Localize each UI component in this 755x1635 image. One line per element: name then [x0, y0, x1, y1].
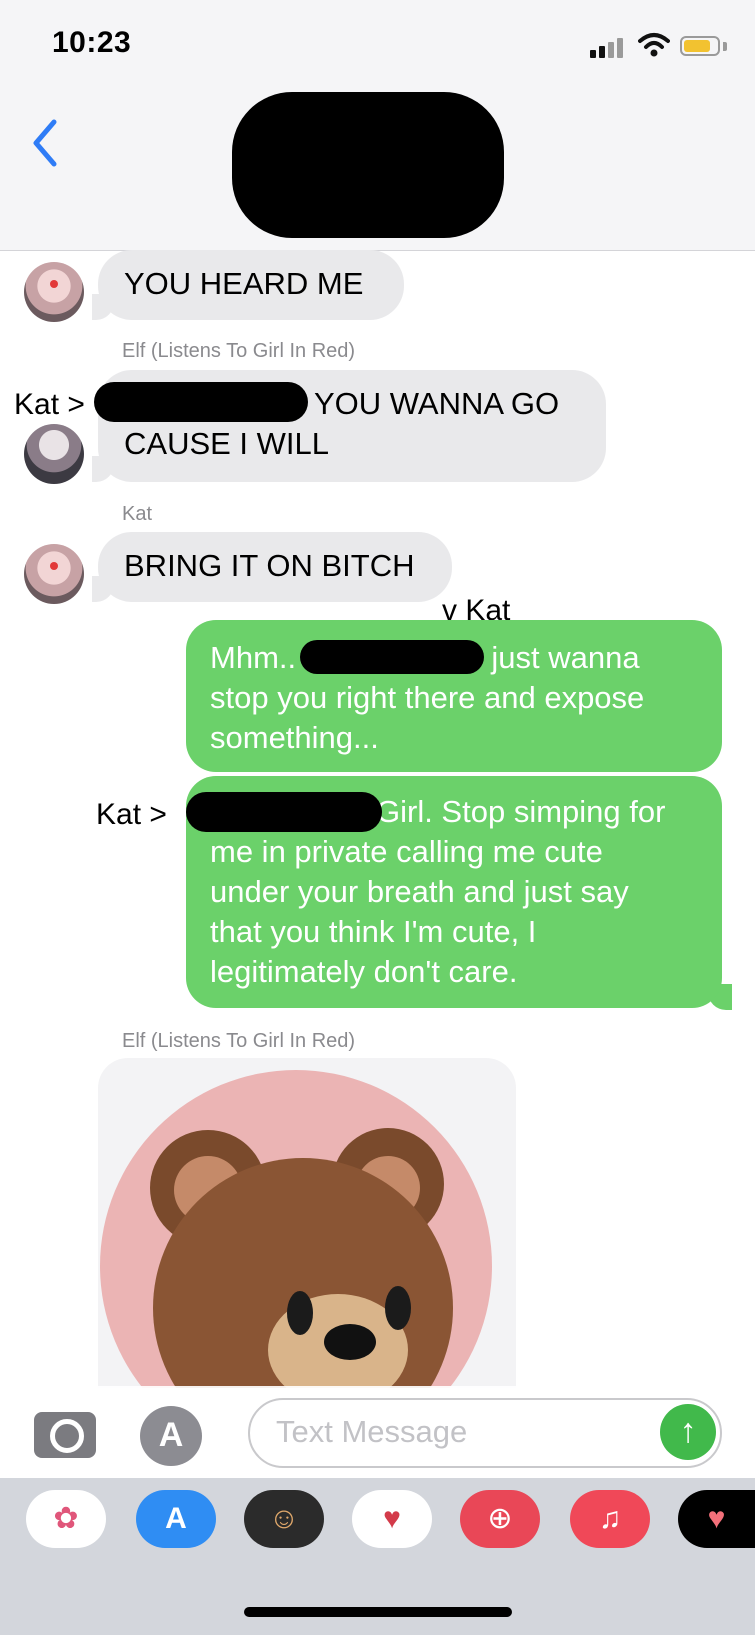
redacted-name [94, 382, 308, 422]
battery-tip [723, 42, 727, 51]
message-text-line3: something... [210, 720, 379, 755]
message-text: Girl. Stop simping for [376, 794, 666, 829]
music-icon[interactable]: ♫ [570, 1490, 650, 1548]
camera-lens [50, 1419, 84, 1453]
message-text: Mhm.. [210, 640, 297, 675]
sender-name: Kat [122, 503, 153, 525]
send-arrow-icon[interactable]: ↑ [660, 1404, 716, 1460]
message-text-line2: CAUSE I WILL [124, 426, 329, 461]
sender-name: Elf (Listens To Girl In Red) [122, 340, 356, 362]
incoming-message[interactable]: YOU HEARD ME [98, 250, 404, 320]
redacted-name [186, 792, 382, 832]
message-text-line4: that you think I'm cute, I [210, 914, 537, 949]
message-text-line5: legitimately don't care. [210, 954, 518, 989]
back-chevron-icon[interactable] [30, 118, 60, 168]
text-message-placeholder: Text Message [276, 1414, 468, 1449]
message-text: I just wanna [474, 640, 640, 675]
sender-name: Elf (Listens To Girl In Red) [122, 1030, 356, 1052]
message-text: YOU HEARD ME [124, 266, 364, 301]
redacted-contact-name[interactable] [232, 92, 504, 238]
incoming-message[interactable]: BRING IT ON BITCH [98, 532, 452, 602]
avatar[interactable] [24, 262, 84, 322]
bear-memoji-icon [150, 1128, 453, 1388]
memoji-sticker-message[interactable] [98, 1058, 516, 1388]
status-time: 10:23 [52, 26, 132, 59]
web-search-icon[interactable]: ⊕ [460, 1490, 540, 1548]
battery-icon [680, 36, 720, 56]
apps-button[interactable]: A [140, 1406, 202, 1466]
cellular-signal-icon [590, 36, 626, 58]
message-text-line2: stop you right there and expose [210, 680, 645, 715]
annotation-kat: Kat > [96, 798, 167, 831]
photos-icon[interactable]: ✿ [26, 1490, 106, 1548]
annotation-kat: Kat > [14, 388, 85, 421]
avatar[interactable] [24, 424, 84, 484]
wifi-icon [638, 33, 670, 57]
avatar[interactable] [24, 544, 84, 604]
heart-app-icon[interactable]: ♥ [678, 1490, 755, 1548]
animoji-icon[interactable]: ♥ [352, 1490, 432, 1548]
memoji-stickers-icon[interactable]: ☺ [244, 1490, 324, 1548]
home-indicator[interactable] [244, 1607, 512, 1617]
message-text-line2: me in private calling me cute [210, 834, 603, 869]
app-store-icon[interactable]: A [136, 1490, 216, 1548]
message-text: YOU WANNA GO [314, 386, 560, 421]
redacted-name [300, 640, 484, 674]
message-text-line3: under your breath and just say [210, 874, 629, 909]
message-text: BRING IT ON BITCH [124, 548, 415, 583]
